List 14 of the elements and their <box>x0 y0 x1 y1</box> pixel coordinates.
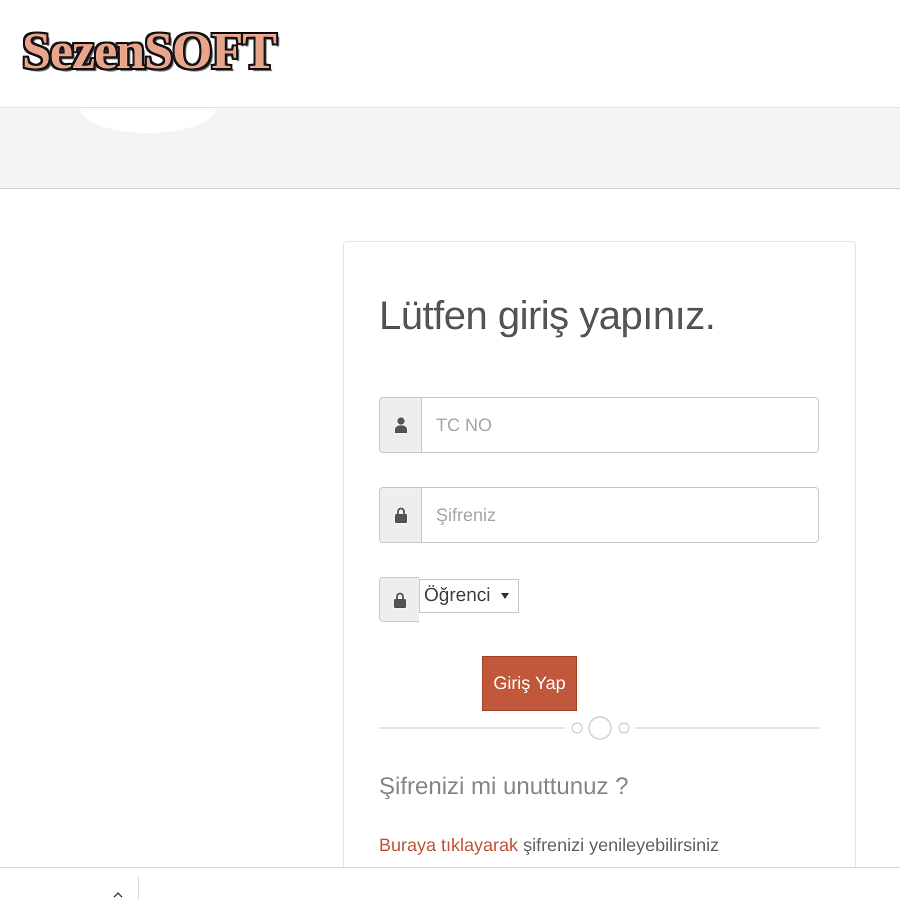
login-button[interactable]: Giriş Yap <box>482 656 577 711</box>
login-title: Lütfen giriş yapınız. <box>379 293 716 340</box>
caret-down-icon <box>501 593 509 599</box>
lock-icon <box>394 592 406 608</box>
tc-number-field[interactable]: TC NO <box>421 397 819 453</box>
role-dropdown[interactable]: Öğrenci <box>419 579 519 613</box>
reset-password-text: Buraya tıklayarak şifrenizi yenileyebilirsiniz <box>379 834 720 857</box>
user-icon <box>394 417 406 433</box>
logo-text: SezenSOFT <box>22 22 276 80</box>
reset-link[interactable]: Buraya tıklayarak <box>379 835 518 855</box>
password-field[interactable]: Şifreniz <box>421 487 819 543</box>
lock-icon <box>394 507 406 523</box>
forgot-password-heading: Şifrenizi mi unuttunuz ? <box>379 772 630 802</box>
caret-up-icon[interactable] <box>113 892 123 898</box>
